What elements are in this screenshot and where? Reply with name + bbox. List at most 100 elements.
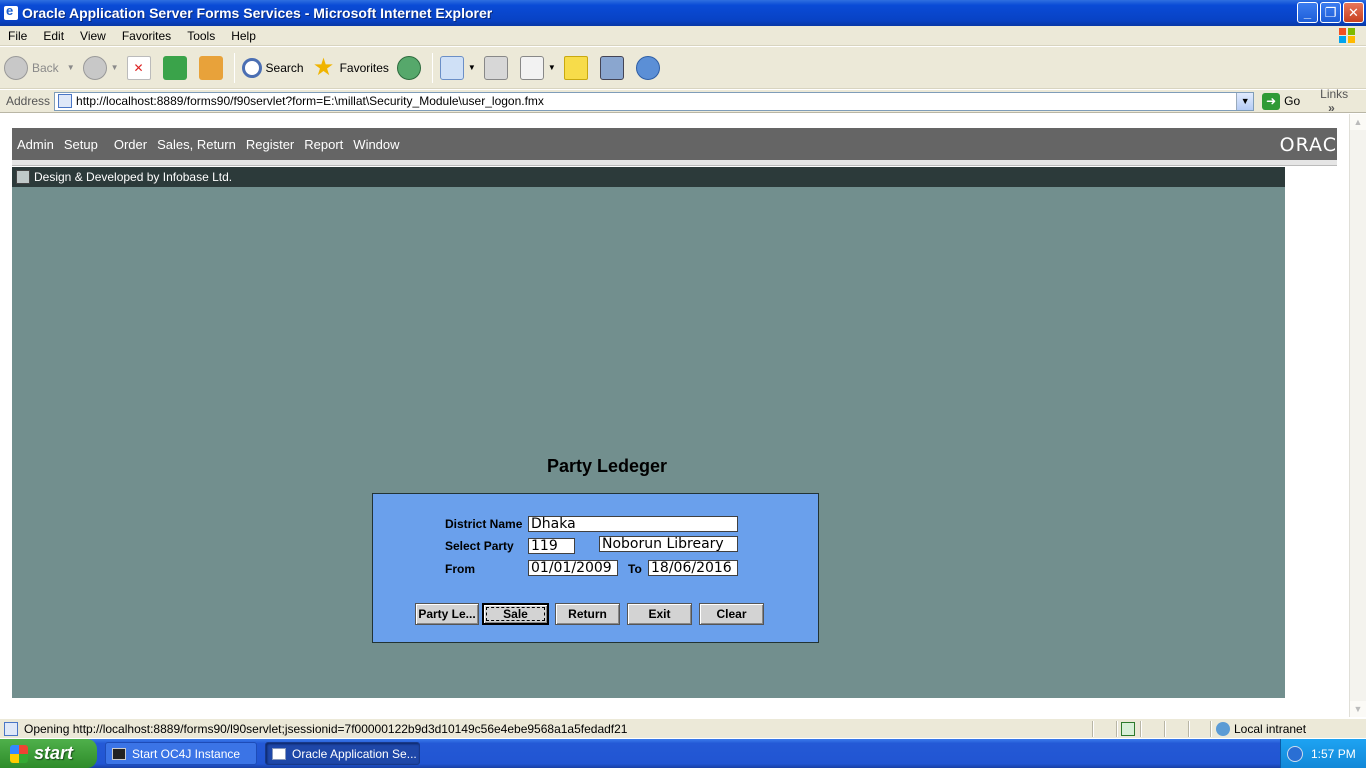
back-button[interactable]: Back ▼ xyxy=(0,50,79,86)
minimize-button[interactable]: _ xyxy=(1297,2,1318,23)
sale-button[interactable]: Sale xyxy=(482,603,549,625)
party-code-field[interactable]: 119 xyxy=(528,538,575,554)
status-divider xyxy=(1188,720,1190,737)
address-label: Address xyxy=(6,94,51,108)
messenger-icon xyxy=(635,55,660,80)
start-label: start xyxy=(34,743,74,763)
printer-icon xyxy=(483,55,508,80)
status-divider xyxy=(1140,720,1142,737)
address-input[interactable]: http://localhost:8889/forms90/f90servlet… xyxy=(54,91,1255,111)
clock[interactable]: 1:57 PM xyxy=(1311,747,1356,761)
mdi-window: Design & Developed by Infobase Ltd. Part… xyxy=(12,167,1285,698)
menu-help[interactable]: Help xyxy=(223,29,264,43)
ie-icon xyxy=(272,747,286,760)
district-name-label: District Name xyxy=(445,517,523,531)
from-label: From xyxy=(445,562,475,576)
loading-page-icon xyxy=(4,721,18,736)
status-bar: Opening http://localhost:8889/forms90/l9… xyxy=(0,718,1366,738)
ie-menubar: File Edit View Favorites Tools Help xyxy=(0,26,1366,46)
status-text: Opening http://localhost:8889/forms90/l9… xyxy=(24,721,628,736)
security-icon xyxy=(1121,721,1135,736)
clear-button[interactable]: Clear xyxy=(699,603,764,625)
security-zone[interactable]: Local intranet xyxy=(1216,721,1307,736)
forms-menu-admin[interactable]: Admin xyxy=(12,137,59,152)
favorites-label: Favorites xyxy=(339,60,389,75)
print-button[interactable] xyxy=(480,50,516,86)
menu-view[interactable]: View xyxy=(72,29,114,43)
party-name-field[interactable]: Noborun Libreary xyxy=(599,536,738,552)
links-label: Links xyxy=(1320,87,1349,101)
window-titlebar[interactable]: Oracle Application Server Forms Services… xyxy=(0,0,1366,26)
oracle-logo: ORAC xyxy=(1279,134,1337,156)
menu-favorites[interactable]: Favorites xyxy=(114,29,179,43)
window-controls: _ ❐ ✕ xyxy=(1297,2,1364,23)
taskbar: start Start OC4J Instance Oracle Applica… xyxy=(0,739,1366,768)
intranet-globe-icon xyxy=(1216,721,1230,736)
browser-content: Admin Setup Order Sales, Return Register… xyxy=(0,114,1349,717)
task-oracle-ie[interactable]: Oracle Application Se... xyxy=(265,742,420,765)
select-party-label: Select Party xyxy=(445,539,514,553)
address-dropdown-icon[interactable]: ▼ xyxy=(1236,92,1254,110)
history-button[interactable] xyxy=(393,50,429,86)
status-divider xyxy=(1092,720,1094,737)
edit-button[interactable]: ▼ xyxy=(516,50,560,86)
forward-arrow-icon xyxy=(82,55,107,80)
forms-menu-register[interactable]: Register xyxy=(241,137,299,152)
party-ledger-panel: District Name Dhaka Select Party 119 Nob… xyxy=(372,493,819,643)
refresh-icon xyxy=(162,55,187,80)
menu-tools[interactable]: Tools xyxy=(179,29,223,43)
note-icon xyxy=(563,55,588,80)
forms-menu-window[interactable]: Window xyxy=(348,137,404,152)
go-arrow-icon: ➜ xyxy=(1262,92,1281,110)
discuss-button[interactable] xyxy=(560,50,596,86)
zone-label: Local intranet xyxy=(1234,721,1307,736)
window-title: Oracle Application Server Forms Services… xyxy=(22,5,493,21)
forward-button[interactable]: ▼ xyxy=(79,50,123,86)
home-button[interactable] xyxy=(195,50,231,86)
forms-menu-sales-return[interactable]: Sales, Return xyxy=(152,137,241,152)
messenger-button[interactable] xyxy=(632,50,668,86)
maximize-button[interactable]: ❐ xyxy=(1320,2,1341,23)
back-label: Back xyxy=(32,60,59,75)
research-button[interactable] xyxy=(596,50,632,86)
scroll-up-icon[interactable]: ▲ xyxy=(1350,114,1366,130)
vertical-scrollbar[interactable]: ▲ ▼ xyxy=(1349,114,1366,717)
links-button[interactable]: Links » xyxy=(1320,87,1366,115)
close-button[interactable]: ✕ xyxy=(1343,2,1364,23)
tray-expand-icon[interactable] xyxy=(1287,745,1303,762)
menu-edit[interactable]: Edit xyxy=(35,29,72,43)
exit-button[interactable]: Exit xyxy=(627,603,692,625)
research-icon xyxy=(599,55,624,80)
status-divider xyxy=(1210,720,1212,737)
forms-menu-order[interactable]: Order xyxy=(109,137,152,152)
forms-menu-setup[interactable]: Setup xyxy=(59,137,103,152)
search-button[interactable]: Search xyxy=(238,50,308,86)
mail-button[interactable]: ▼ xyxy=(436,50,480,86)
mdi-titlebar: Design & Developed by Infobase Ltd. xyxy=(12,167,1285,187)
district-name-field[interactable]: Dhaka xyxy=(528,516,738,532)
party-ledger-button[interactable]: Party Le... xyxy=(415,603,479,625)
return-button[interactable]: Return xyxy=(555,603,620,625)
forms-menu-report[interactable]: Report xyxy=(299,137,348,152)
to-label: To xyxy=(628,562,642,576)
from-date-field[interactable]: 01/01/2009 xyxy=(528,560,618,576)
stop-button[interactable]: ✕ xyxy=(123,50,159,86)
forms-window-icon xyxy=(16,170,30,184)
start-button[interactable]: start xyxy=(0,739,97,768)
favorites-star-icon: ★ xyxy=(312,53,335,81)
refresh-button[interactable] xyxy=(159,50,195,86)
menu-file[interactable]: File xyxy=(0,29,35,43)
task-label: Start OC4J Instance xyxy=(132,746,241,761)
go-button[interactable]: ➜ Go xyxy=(1262,92,1300,110)
task-oc4j[interactable]: Start OC4J Instance xyxy=(105,742,257,765)
task-label: Oracle Application Se... xyxy=(292,746,417,761)
ie-toolbar: Back ▼ ▼ ✕ Search ★ Favorites ▼ ▼ xyxy=(0,47,1366,89)
edit-page-icon xyxy=(519,55,544,80)
search-label: Search xyxy=(265,60,304,75)
scroll-down-icon[interactable]: ▼ xyxy=(1350,701,1366,717)
to-date-field[interactable]: 18/06/2016 xyxy=(648,560,738,576)
address-bar: Address http://localhost:8889/forms90/f9… xyxy=(0,87,1366,115)
favorites-button[interactable]: ★ Favorites xyxy=(308,50,393,86)
home-icon xyxy=(198,55,223,80)
ie-app-icon xyxy=(4,3,18,20)
